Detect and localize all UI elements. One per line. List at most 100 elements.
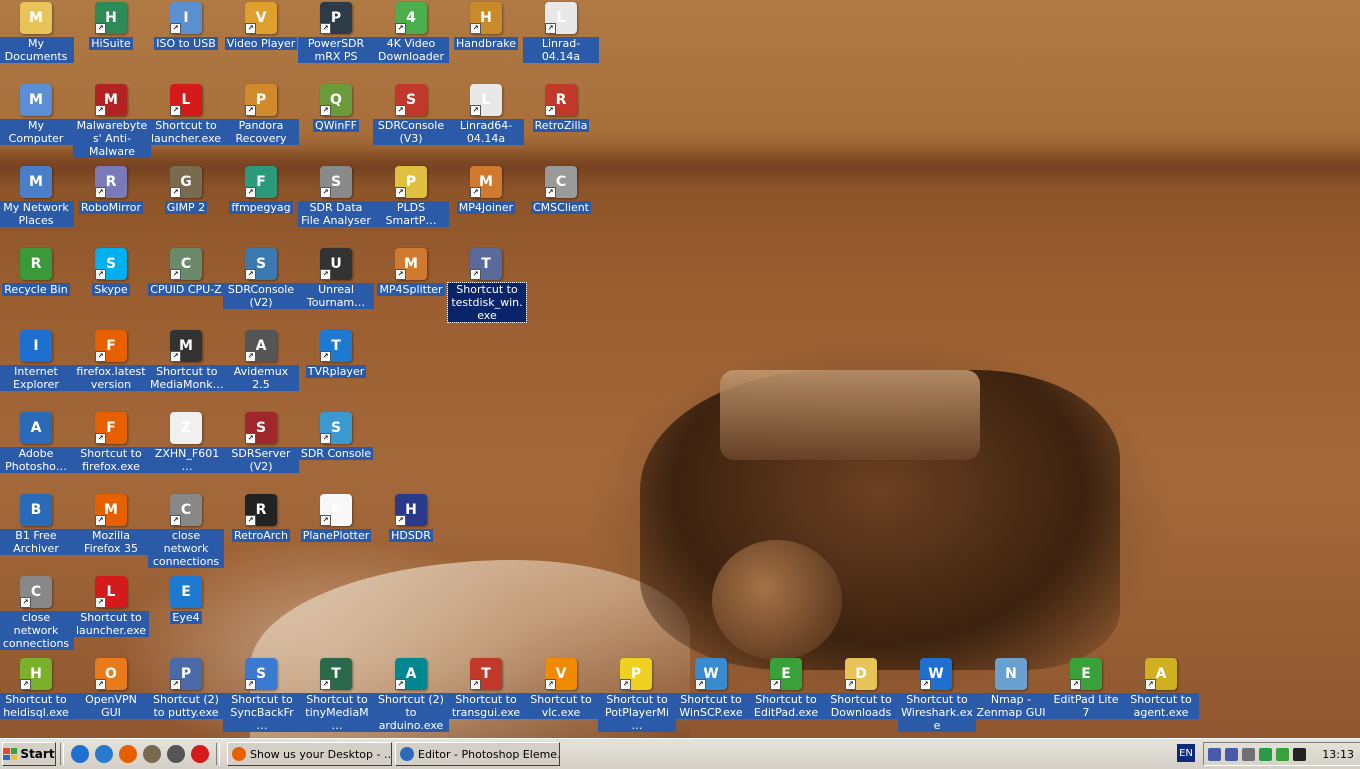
spy-icon[interactable] bbox=[1293, 747, 1306, 761]
desktop-icon[interactable]: L ↗ Linrad64-04.14a bbox=[448, 84, 524, 145]
desktop-icon[interactable]: H ↗ HDSDR bbox=[373, 494, 449, 542]
desktop-icon[interactable]: L ↗ Shortcut to launcher.exe bbox=[73, 576, 149, 637]
desktop-icon[interactable]: T ↗ Shortcut to testdisk_win.exe bbox=[447, 248, 527, 323]
desktop-icon[interactable]: C ↗ CMSClient bbox=[523, 166, 599, 214]
desktop-icon[interactable]: T ↗ Shortcut to tinyMediaM… bbox=[298, 658, 376, 732]
powersdr-icon: P ↗ bbox=[320, 2, 352, 34]
desktop-icon[interactable]: M ↗ MP4Joiner bbox=[448, 166, 524, 214]
desktop-icon-label: Video Player bbox=[224, 37, 298, 50]
desktop-icon[interactable]: M My Documents bbox=[0, 2, 74, 63]
desktop-icon[interactable]: E Eye4 bbox=[148, 576, 224, 624]
language-indicator[interactable]: EN bbox=[1177, 744, 1195, 762]
desktop-icon[interactable]: P ↗ Shortcut (2) to putty.exe bbox=[148, 658, 224, 719]
desktop-icon[interactable]: M ↗ Mozilla Firefox 35 bbox=[73, 494, 149, 555]
plds-icon: P ↗ bbox=[395, 166, 427, 198]
desktop-icon[interactable]: I ↗ ISO to USB bbox=[148, 2, 224, 50]
potplayer-icon: P ↗ bbox=[620, 658, 652, 690]
desktop-icon[interactable]: P ↗ Shortcut to PotPlayerMi… bbox=[598, 658, 676, 732]
desktop-icon[interactable]: E ↗ EditPad Lite 7 bbox=[1048, 658, 1124, 719]
desktop-icon[interactable]: T ↗ TVRplayer bbox=[298, 330, 374, 378]
desktop-icon[interactable]: L ↗ Shortcut to launcher.exe bbox=[148, 84, 224, 145]
quick-launch-bar bbox=[68, 745, 212, 763]
desktop-icon[interactable]: N Nmap - Zenmap GUI bbox=[973, 658, 1049, 719]
internet-explorer-icon[interactable] bbox=[71, 745, 89, 763]
desktop-icon[interactable]: P ↗ PlanePlotter bbox=[298, 494, 374, 542]
desktop-icon-label: Linrad-04.14a bbox=[523, 37, 599, 63]
desktop-icon[interactable]: M My Network Places bbox=[0, 166, 74, 227]
desktop[interactable]: M My Documents H ↗ HiSuite I ↗ ISO to USB V ↗ Vide… bbox=[0, 0, 1360, 738]
desktop-icon[interactable]: V ↗ Video Player bbox=[223, 2, 299, 50]
desktop-icon[interactable]: D ↗ Shortcut to Downloads bbox=[823, 658, 899, 719]
taskbar-button[interactable]: Show us your Desktop - … bbox=[227, 742, 392, 766]
shortcut-arrow-icon: ↗ bbox=[545, 105, 556, 116]
clock[interactable]: 13:13 bbox=[1322, 748, 1354, 761]
gimp-icon[interactable] bbox=[143, 745, 161, 763]
desktop-icon[interactable]: A ↗ Shortcut to agent.exe bbox=[1123, 658, 1199, 719]
desktop-icon[interactable]: R ↗ RoboMirror bbox=[73, 166, 149, 214]
desktop-icon[interactable]: H ↗ Shortcut to heidisql.exe bbox=[0, 658, 74, 719]
desktop-icon[interactable]: T ↗ Shortcut to transgui.exe bbox=[448, 658, 524, 719]
desktop-icon[interactable]: P ↗ PowerSDR mRX PS bbox=[298, 2, 374, 63]
desktop-icon[interactable]: S ↗ Skype bbox=[73, 248, 149, 296]
desktop-icon[interactable]: F ↗ ffmpegyag bbox=[223, 166, 299, 214]
network-disconnected-icon[interactable] bbox=[1225, 747, 1238, 761]
desktop-icon[interactable]: S ↗ SDRConsole (V2) bbox=[223, 248, 299, 309]
desktop-icon[interactable]: 4 ↗ 4K Video Downloader bbox=[373, 2, 449, 63]
desktop-icon[interactable]: A ↗ Avidemux 2.5 bbox=[223, 330, 299, 391]
desktop-icon[interactable]: O ↗ OpenVPN GUI bbox=[73, 658, 149, 719]
download-icon: 4 ↗ bbox=[395, 2, 427, 34]
network-disconnected-icon[interactable] bbox=[1208, 747, 1221, 761]
shortcut-arrow-icon: ↗ bbox=[545, 679, 556, 690]
desktop-icon[interactable]: B B1 Free Archiver bbox=[0, 494, 74, 555]
avidemux-icon[interactable] bbox=[167, 745, 185, 763]
shortcut-arrow-icon: ↗ bbox=[320, 679, 331, 690]
start-button[interactable]: Start bbox=[2, 742, 56, 766]
desktop-icon[interactable]: Z ZXHN_F601… bbox=[148, 412, 226, 473]
sdr-icon[interactable] bbox=[1259, 747, 1272, 761]
desktop-icon[interactable]: S ↗ Shortcut to SyncBackFr… bbox=[223, 658, 301, 732]
desktop-icon[interactable]: H ↗ HiSuite bbox=[73, 2, 149, 50]
desktop-icon[interactable]: M My Computer bbox=[0, 84, 74, 145]
desktop-icon[interactable]: R Recycle Bin bbox=[0, 248, 74, 296]
desktop-icon[interactable]: U ↗ Unreal Tournam… bbox=[298, 248, 374, 309]
shortcut-arrow-icon: ↗ bbox=[170, 187, 181, 198]
outlook-icon[interactable] bbox=[95, 745, 113, 763]
desktop-icon[interactable]: W ↗ Shortcut to WinSCP.exe bbox=[673, 658, 749, 719]
desktop-icon[interactable]: S ↗ SDRConsole (V3) bbox=[373, 84, 449, 145]
desktop-icon[interactable]: P ↗ Pandora Recovery bbox=[223, 84, 299, 145]
desktop-icon[interactable]: S ↗ SDRServer (V2) bbox=[223, 412, 299, 473]
opera-icon[interactable] bbox=[191, 745, 209, 763]
desktop-icon[interactable]: C ↗ CPUID CPU-Z bbox=[148, 248, 224, 296]
desktop-icon-label: Malwarebytes' Anti-Malware bbox=[73, 119, 151, 158]
desktop-icon[interactable]: R ↗ RetroZilla bbox=[523, 84, 599, 132]
desktop-icon[interactable]: C ↗ close network connections bbox=[148, 494, 224, 568]
desktop-icon[interactable]: M ↗ Malwarebytes' Anti-Malware bbox=[73, 84, 151, 158]
desktop-icon[interactable]: Q ↗ QWinFF bbox=[298, 84, 374, 132]
desktop-icon[interactable]: I Internet Explorer bbox=[0, 330, 74, 391]
audio-icon[interactable] bbox=[1242, 747, 1255, 761]
desktop-icon[interactable]: S ↗ SDR Console bbox=[298, 412, 374, 460]
desktop-icon[interactable]: V ↗ Shortcut to vlc.exe bbox=[523, 658, 599, 719]
desktop-icon[interactable]: E ↗ Shortcut to EditPad.exe bbox=[748, 658, 824, 719]
desktop-icon[interactable]: P ↗ PLDS SmartP… bbox=[373, 166, 449, 227]
network-icon: M bbox=[20, 166, 52, 198]
desktop-icon[interactable]: F ↗ Shortcut to firefox.exe bbox=[73, 412, 149, 473]
taskbar-button[interactable]: Editor - Photoshop Eleme… bbox=[395, 742, 560, 766]
desktop-icon[interactable]: M ↗ MP4Splitter bbox=[373, 248, 449, 296]
desktop-icon[interactable]: C ↗ close network connections bbox=[0, 576, 74, 650]
tv-icon: T ↗ bbox=[320, 330, 352, 362]
desktop-icon[interactable]: G ↗ GIMP 2 bbox=[148, 166, 224, 214]
desktop-icon[interactable]: H ↗ Handbrake bbox=[448, 2, 524, 50]
desktop-icon[interactable]: W ↗ Shortcut to Wireshark.exe bbox=[898, 658, 976, 732]
firefox-icon[interactable] bbox=[119, 745, 137, 763]
desktop-icon[interactable]: L ↗ Linrad-04.14a bbox=[523, 2, 599, 63]
desktop-icon-label: My Documents bbox=[0, 37, 74, 63]
desktop-icon[interactable]: A ↗ Shortcut (2) to arduino.exe bbox=[373, 658, 449, 732]
desktop-icon[interactable]: A Adobe Photosho… bbox=[0, 412, 74, 473]
shortcut-arrow-icon: ↗ bbox=[395, 515, 406, 526]
desktop-icon[interactable]: R ↗ RetroArch bbox=[223, 494, 299, 542]
desktop-icon[interactable]: S ↗ SDR Data File Analyser bbox=[298, 166, 374, 227]
heidisql-tray-icon[interactable] bbox=[1276, 747, 1289, 761]
desktop-icon[interactable]: M ↗ Shortcut to MediaMonk… bbox=[148, 330, 226, 391]
desktop-icon[interactable]: F ↗ firefox.latest version bbox=[73, 330, 149, 391]
